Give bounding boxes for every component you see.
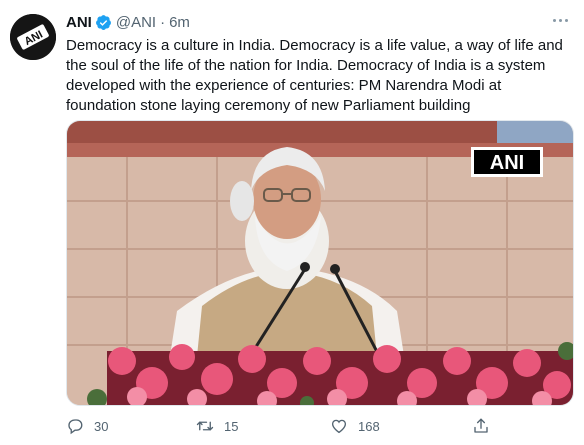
verified-badge-icon [95, 14, 111, 30]
reply-icon [68, 419, 83, 435]
share-icon [474, 418, 488, 433]
like-button[interactable]: 168 [330, 414, 380, 438]
tweet-text: Democracy is a culture in India. Democra… [66, 37, 563, 114]
more-icon [552, 18, 556, 22]
reply-button[interactable]: 30 [66, 414, 108, 438]
handle[interactable]: @ANI [116, 14, 156, 31]
ani-logo-icon: ANI [10, 14, 56, 60]
avatar[interactable]: ANI [10, 14, 56, 60]
tweet-media-image[interactable]: ANI [66, 120, 574, 406]
heart-icon [331, 419, 347, 434]
like-count: 168 [358, 418, 380, 434]
more-options-button[interactable] [550, 12, 570, 28]
more-icon-dot [564, 18, 568, 22]
tweet-actions: 30 15 168 [66, 414, 566, 438]
display-name[interactable]: ANI [66, 14, 92, 31]
share-button[interactable] [472, 414, 500, 438]
separator-dot: · [160, 13, 166, 31]
tweet-header: ANI @ANI · 6m [66, 12, 190, 32]
retweet-count: 15 [224, 418, 239, 434]
retweet-button[interactable]: 15 [196, 414, 238, 438]
tweet[interactable]: ANI ANI @ANI · 6m Democracy is a culture… [0, 0, 584, 445]
media-watermark: ANI [490, 152, 524, 174]
timestamp[interactable]: 6m [169, 14, 190, 31]
more-icon-dot [558, 18, 562, 22]
retweet-icon [196, 421, 214, 431]
speech-photo: ANI [67, 121, 573, 405]
reply-count: 30 [94, 418, 109, 434]
